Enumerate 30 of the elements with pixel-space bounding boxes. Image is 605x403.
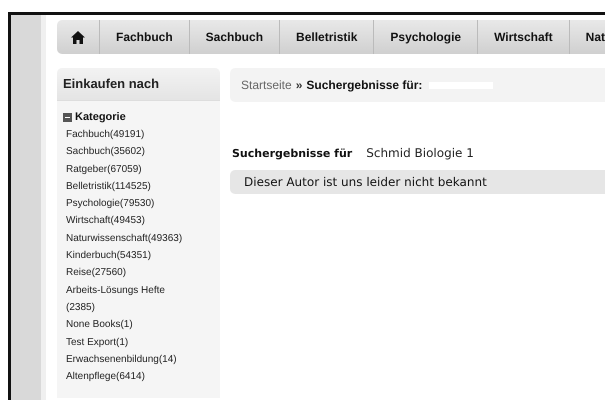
notice-message: Dieser Autor ist uns leider nicht bekannt bbox=[230, 170, 605, 194]
breadcrumb-current: Suchergebnisse für: bbox=[306, 78, 422, 92]
category-link[interactable]: Sachbuch(35602) bbox=[66, 143, 196, 161]
category-link[interactable]: Reise(27560) bbox=[66, 264, 196, 282]
panel-title: Einkaufen nach bbox=[57, 68, 220, 101]
nav-tab[interactable]: Psychologie bbox=[374, 20, 478, 54]
category-link[interactable]: None Books(1) bbox=[66, 316, 196, 334]
home-icon bbox=[71, 30, 85, 44]
category-link[interactable]: Fachbuch(49191) bbox=[66, 126, 196, 144]
nav-tab[interactable]: Wirtschaft bbox=[478, 20, 570, 54]
category-link[interactable]: Ratgeber(67059) bbox=[66, 160, 196, 178]
breadcrumb-link[interactable]: Startseite bbox=[241, 78, 292, 92]
category-link[interactable]: Naturwissenschaft(49363) bbox=[66, 230, 196, 248]
breadcrumb-separator: » bbox=[296, 78, 302, 92]
nav-tab[interactable]: Fachbuch bbox=[100, 20, 190, 54]
category-link[interactable]: Psychologie(79530) bbox=[66, 195, 196, 212]
results-label: Suchergebnisse für bbox=[232, 147, 352, 160]
section-title: Kategorie bbox=[75, 111, 126, 123]
nav-tab[interactable]: Sachbuch bbox=[190, 20, 280, 54]
category-link[interactable]: Kinderbuch(54351) bbox=[66, 247, 196, 264]
category-link[interactable]: Erwachsenenbildung(14) bbox=[66, 350, 196, 368]
collapse-icon[interactable] bbox=[63, 112, 72, 122]
category-link[interactable]: Belletristik(114525) bbox=[66, 178, 196, 196]
nav-tab[interactable]: Nat bbox=[570, 20, 605, 54]
category-link[interactable]: Arbeits-Lösungs Hefte (2385) bbox=[66, 282, 196, 316]
category-link[interactable]: Altenpflege(6414) bbox=[66, 368, 196, 386]
category-link[interactable]: Test Export(1) bbox=[66, 334, 196, 351]
nav-tab[interactable]: Belletristik bbox=[280, 20, 374, 54]
category-link[interactable]: Wirtschaft(49453) bbox=[66, 212, 196, 230]
search-query: Schmid Biologie 1 bbox=[366, 146, 474, 160]
